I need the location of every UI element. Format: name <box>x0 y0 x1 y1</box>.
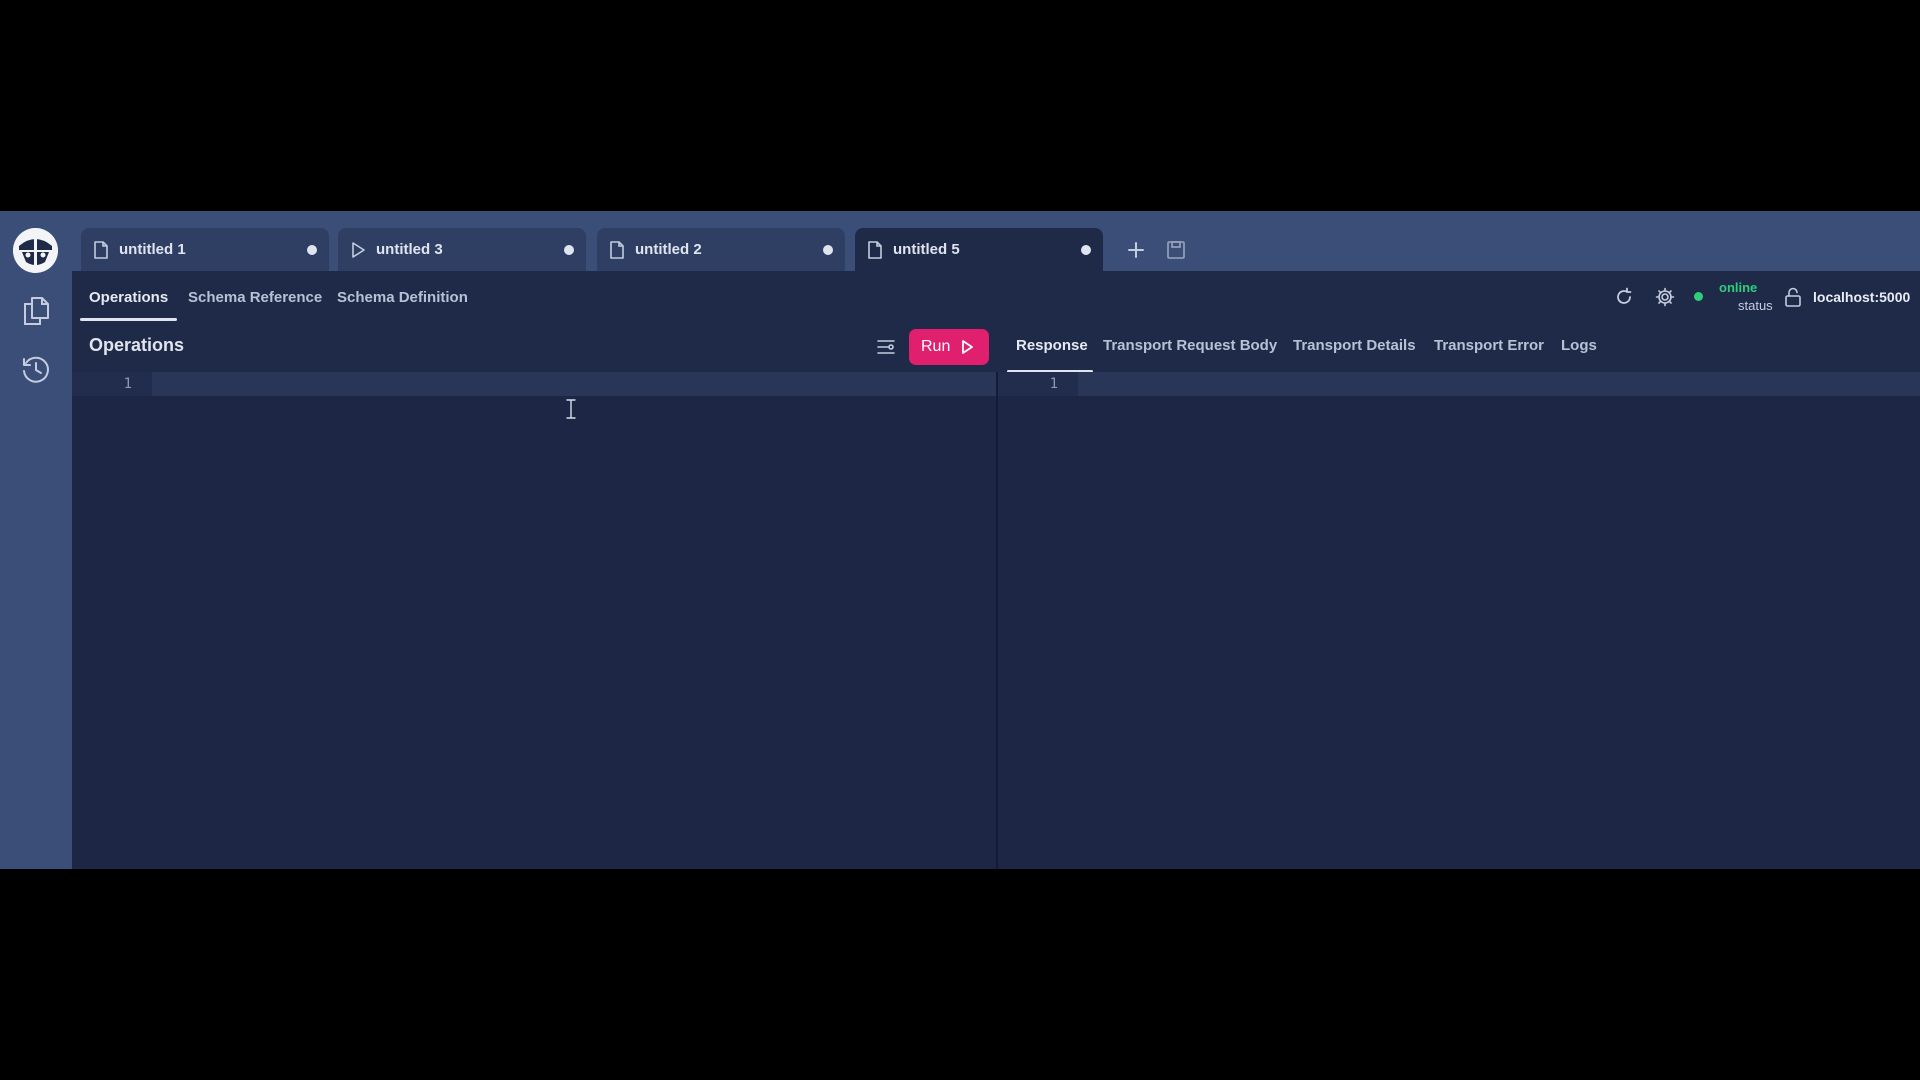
refresh-icon[interactable] <box>1611 284 1637 310</box>
altair-app: untitled 1 untitled 3 untitled 2 untitle… <box>0 211 1920 869</box>
tab-untitled-1[interactable]: untitled 1 <box>81 228 329 271</box>
tab-transport-details[interactable]: Transport Details <box>1293 337 1416 354</box>
gear-icon[interactable] <box>1652 284 1678 310</box>
sub-navigation: Operations Schema Reference Schema Defin… <box>72 271 1920 321</box>
tab-label: untitled 5 <box>893 241 960 258</box>
tab-label: untitled 3 <box>376 241 443 258</box>
tab-schema-definition[interactable]: Schema Definition <box>337 289 468 306</box>
altair-logo[interactable] <box>13 228 58 273</box>
copy-icon[interactable] <box>19 294 53 328</box>
operations-title: Operations <box>89 335 185 355</box>
save-icon[interactable] <box>1164 238 1188 262</box>
tab-label: untitled 1 <box>119 241 186 258</box>
text-cursor-icon <box>565 399 577 419</box>
tab-label: untitled 2 <box>635 241 702 258</box>
tab-transport-request-body[interactable]: Transport Request Body <box>1103 337 1277 354</box>
history-icon[interactable] <box>19 353 53 387</box>
host-address[interactable]: localhost:5000 <box>1813 289 1910 305</box>
tab-untitled-2[interactable]: untitled 2 <box>597 228 845 271</box>
line-number: 1 <box>1049 376 1058 392</box>
query-tab-bar: untitled 1 untitled 3 untitled 2 untitle… <box>72 211 1920 271</box>
unsaved-indicator <box>307 245 317 255</box>
play-icon <box>350 241 366 259</box>
prettify-icon[interactable] <box>874 335 898 359</box>
tab-untitled-3[interactable]: untitled 3 <box>338 228 586 271</box>
plus-icon[interactable] <box>1124 238 1148 262</box>
unsaved-indicator <box>823 245 833 255</box>
active-line <box>152 372 996 396</box>
tab-transport-error[interactable]: Transport Error <box>1434 337 1544 354</box>
file-icon <box>609 241 625 259</box>
line-number: 1 <box>123 376 132 392</box>
unsaved-indicator <box>1081 245 1091 255</box>
status-value: online <box>1719 280 1758 295</box>
tab-operations[interactable]: Operations <box>89 289 168 306</box>
file-icon <box>867 241 883 259</box>
status-label: status <box>1738 298 1773 313</box>
play-icon <box>959 339 975 355</box>
run-label: Run <box>921 338 951 355</box>
status-indicator <box>1694 292 1703 301</box>
unsaved-indicator <box>564 245 574 255</box>
file-icon <box>93 241 109 259</box>
tab-schema-reference[interactable]: Schema Reference <box>188 289 322 306</box>
query-editor[interactable]: 1 <box>72 372 996 869</box>
sidebar <box>0 211 72 869</box>
tab-untitled-5[interactable]: untitled 5 <box>855 228 1103 271</box>
run-button[interactable]: Run <box>909 329 989 365</box>
active-line <box>1078 372 1920 396</box>
tab-logs[interactable]: Logs <box>1561 337 1597 354</box>
tab-response[interactable]: Response <box>1016 337 1088 354</box>
response-viewer[interactable]: 1 <box>998 372 1920 869</box>
lock-icon[interactable] <box>1780 284 1806 310</box>
active-tab-underline <box>80 318 177 321</box>
